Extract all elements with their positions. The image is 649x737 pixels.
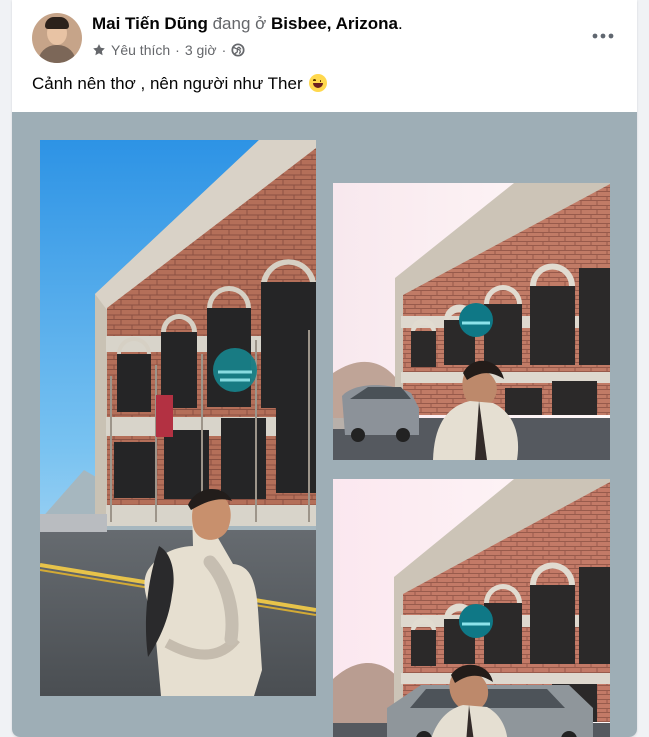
avatar-body [38,45,76,63]
facebook-feed-page: Mai Tiến Dũng đang ở Bisbee, Arizona. Yê… [0,0,649,737]
post-time[interactable]: 3 giờ [185,42,217,58]
post-card: Mai Tiến Dũng đang ở Bisbee, Arizona. Yê… [12,0,637,737]
upper-right-street-photo[interactable] [333,183,610,460]
author-avatar[interactable] [32,13,82,63]
post-caption-text: Cảnh nên thơ , nên người như Ther [32,74,303,93]
author-line: Mai Tiến Dũng đang ở Bisbee, Arizona. [92,14,403,34]
meta-separator: · [175,42,180,58]
location-punctuation: . [397,14,403,33]
photo-collage [12,112,637,737]
author-name[interactable]: Mai Tiến Dũng [92,14,208,33]
checkin-location[interactable]: Bisbee, Arizona [271,14,398,33]
globe-icon[interactable] [231,43,245,57]
star-icon [93,44,105,56]
post-header: Mai Tiến Dũng đang ở Bisbee, Arizona. Yê… [12,0,637,70]
meta-separator: · [221,42,227,58]
favorite-label[interactable]: Yêu thích [111,42,170,58]
large-street-photo[interactable] [40,140,316,696]
more-options-icon[interactable] [587,20,619,52]
lower-right-street-photo[interactable] [333,479,610,737]
post-caption: Cảnh nên thơ , nên người như Ther [32,74,328,94]
post-meta: Yêu thích · 3 giờ · [92,42,245,58]
avatar-hair [45,17,69,29]
checkin-status: đang ở [212,14,267,33]
laughing-emoji-icon [309,74,328,92]
